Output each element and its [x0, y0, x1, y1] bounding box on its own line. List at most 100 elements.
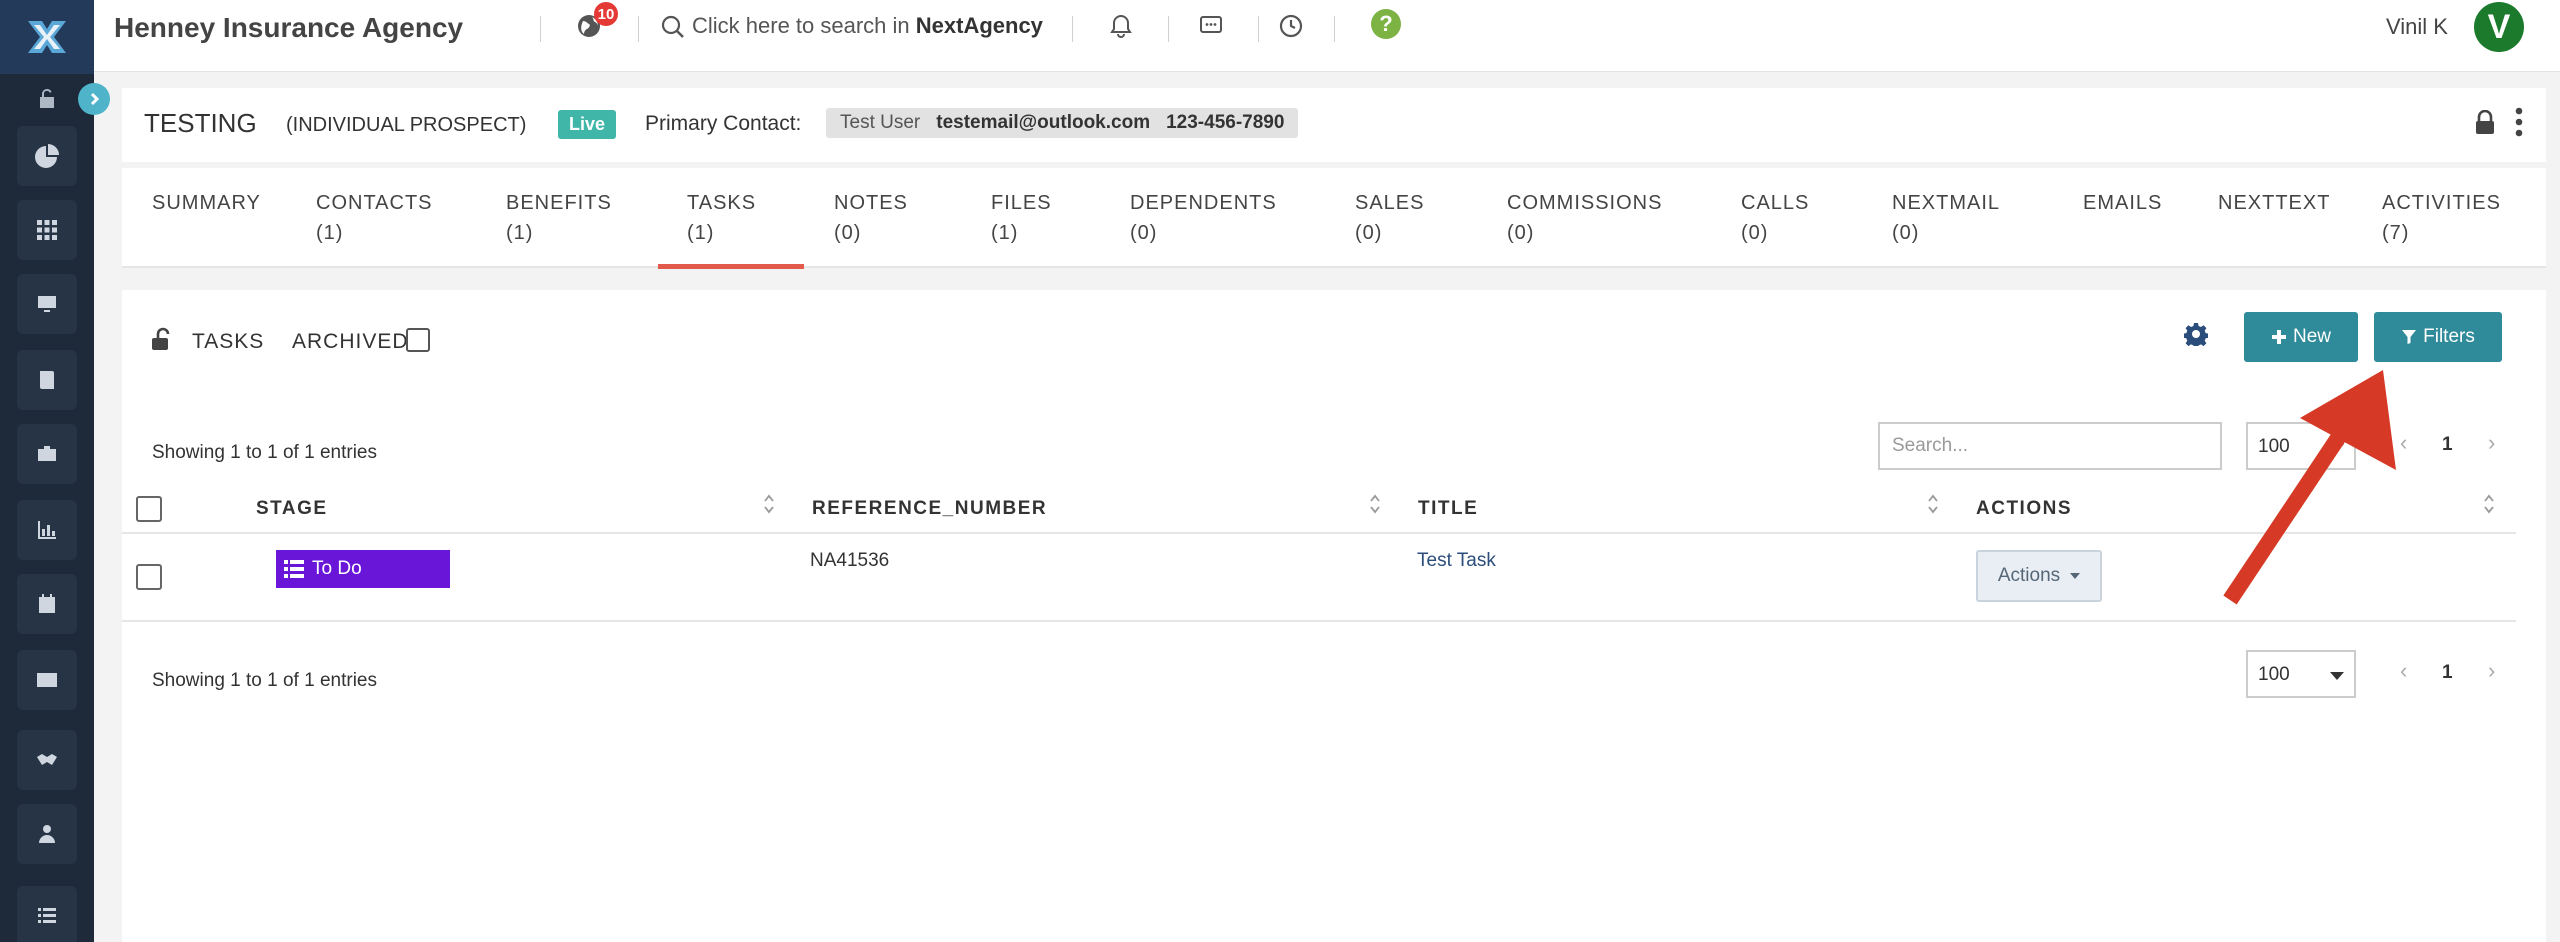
plus-icon	[2271, 330, 2286, 344]
sidebar-item-briefcase[interactable]	[17, 424, 77, 484]
tab-label: NEXTTEXT	[2218, 192, 2331, 214]
unlock-icon[interactable]	[30, 84, 64, 114]
caret-down-icon	[2070, 573, 2081, 579]
more-options-icon[interactable]	[2514, 106, 2524, 138]
divider	[1334, 16, 1335, 42]
tab-count: (0)	[1892, 222, 1920, 244]
user-name[interactable]: Vinil K	[2386, 14, 2448, 40]
sidebar-item-reports[interactable]	[17, 500, 77, 560]
sidebar-item-desktop[interactable]	[17, 274, 77, 334]
tab-count: (1)	[316, 222, 344, 244]
tab-count: (7)	[2382, 222, 2410, 244]
clock-icon[interactable]	[1278, 13, 1304, 39]
expand-sidebar-button[interactable]	[78, 83, 110, 115]
column-header-reference-number[interactable]: REFERENCE_NUMBER	[812, 498, 1047, 520]
stage-label: To Do	[312, 558, 362, 579]
bell-icon[interactable]	[1108, 13, 1134, 39]
sidebar-item-documents[interactable]	[17, 350, 77, 410]
table-search-input[interactable]	[1878, 422, 2222, 470]
row-actions-button[interactable]: Actions	[1976, 550, 2102, 602]
tab-label: COMMISSIONS	[1507, 192, 1663, 214]
sort-icon[interactable]	[762, 492, 776, 516]
divider	[1072, 16, 1073, 42]
current-page-number[interactable]: 1	[2442, 434, 2453, 456]
active-tab-indicator	[658, 264, 804, 269]
tab-label: SUMMARY	[152, 192, 261, 214]
new-task-button[interactable]: New	[2244, 312, 2358, 362]
select-all-checkbox[interactable]	[136, 496, 162, 522]
status-badge: Live	[558, 110, 617, 139]
agency-name: Henney Insurance Agency	[114, 12, 464, 43]
entries-info-top: Showing 1 to 1 of 1 entries	[152, 442, 377, 463]
search-brand-text: NextAgency	[915, 13, 1043, 38]
sidebar-item-contacts[interactable]	[17, 804, 77, 864]
calendar-check-icon	[39, 594, 55, 613]
lock-icon[interactable]	[2474, 110, 2496, 136]
page-size-value: 100	[2258, 664, 2290, 685]
tab-label: EMAILS	[2083, 192, 2163, 214]
divider	[1168, 16, 1169, 42]
previous-page-button[interactable]: ‹	[2400, 658, 2407, 684]
page-size-select-bottom[interactable]: 100	[2246, 650, 2356, 698]
chat-icon[interactable]	[1198, 13, 1224, 39]
app-logo[interactable]	[0, 0, 94, 74]
notification-count-badge: 10	[594, 2, 618, 26]
filters-button[interactable]: Filters	[2374, 312, 2502, 362]
tab-count: (1)	[506, 222, 534, 244]
tab-count: (0)	[1741, 222, 1769, 244]
sidebar-item-dashboard[interactable]	[17, 126, 77, 186]
tab-label: DEPENDENTS	[1130, 192, 1277, 214]
archived-label: ARCHIVED	[292, 330, 409, 353]
next-page-button[interactable]: ›	[2488, 430, 2495, 456]
primary-contact-label: Primary Contact:	[645, 112, 802, 135]
new-button-label: New	[2292, 326, 2331, 347]
left-sidebar	[0, 0, 110, 942]
tab-label: BENEFITS	[506, 192, 612, 214]
stage-badge: To Do	[276, 550, 450, 588]
global-search-prompt[interactable]: Click here to search in NextAgency	[692, 13, 1043, 39]
panel-title: TASKS	[192, 330, 265, 353]
contact-phone: 123-456-7890	[1166, 112, 1285, 133]
unlock-icon[interactable]	[150, 326, 176, 352]
list-icon	[284, 560, 304, 578]
next-page-button[interactable]: ›	[2488, 658, 2495, 684]
sidebar-item-partners[interactable]	[17, 730, 77, 790]
divider	[540, 16, 541, 42]
top-navigation-bar: Henney Insurance Agency 10 Click here to…	[94, 0, 2560, 72]
handshake-icon	[37, 754, 57, 765]
tab-count: (1)	[991, 222, 1019, 244]
sort-icon[interactable]	[1368, 492, 1382, 516]
record-tabs: SUMMARY CONTACTS (1) BENEFITS (1) TASKS (1)…	[122, 168, 2546, 268]
book-icon	[40, 371, 54, 389]
table-row[interactable]: To Do NA41536 Test Task Actions	[122, 534, 2516, 622]
avatar[interactable]: V	[2474, 2, 2524, 52]
search-prompt-text: Click here to search in	[692, 13, 916, 38]
record-type: (INDIVIDUAL PROSPECT)	[286, 114, 527, 136]
archived-checkbox[interactable]	[406, 328, 430, 352]
divider	[638, 16, 639, 42]
row-checkbox[interactable]	[136, 564, 162, 590]
sidebar-item-mail[interactable]	[17, 650, 77, 710]
column-header-title[interactable]: TITLE	[1418, 498, 1478, 520]
help-icon[interactable]: ?	[1371, 9, 1401, 39]
column-header-stage[interactable]: STAGE	[256, 498, 328, 520]
tab-label: CALLS	[1741, 192, 1810, 214]
gear-icon[interactable]	[2184, 322, 2208, 346]
sidebar-item-apps[interactable]	[17, 200, 77, 260]
current-page-number[interactable]: 1	[2442, 662, 2453, 684]
column-header-actions[interactable]: ACTIONS	[1976, 498, 2072, 520]
primary-contact-pill[interactable]: Test User testemail@outlook.com 123-456-…	[826, 108, 1299, 138]
logo-icon	[28, 21, 66, 53]
filters-button-label: Filters	[2423, 326, 2475, 347]
sidebar-item-calendar[interactable]	[17, 574, 77, 634]
sort-icon[interactable]	[2482, 492, 2496, 516]
sidebar-item-list[interactable]	[17, 886, 77, 942]
tab-label: TASKS	[687, 192, 757, 214]
task-title-link[interactable]: Test Task	[1417, 550, 1496, 572]
tab-count: (0)	[834, 222, 862, 244]
annotation-arrow-icon	[2223, 370, 2396, 605]
tab-label: NEXTMAIL	[1892, 192, 2001, 214]
sort-icon[interactable]	[1926, 492, 1940, 516]
divider	[1258, 16, 1259, 42]
search-icon	[661, 15, 684, 38]
